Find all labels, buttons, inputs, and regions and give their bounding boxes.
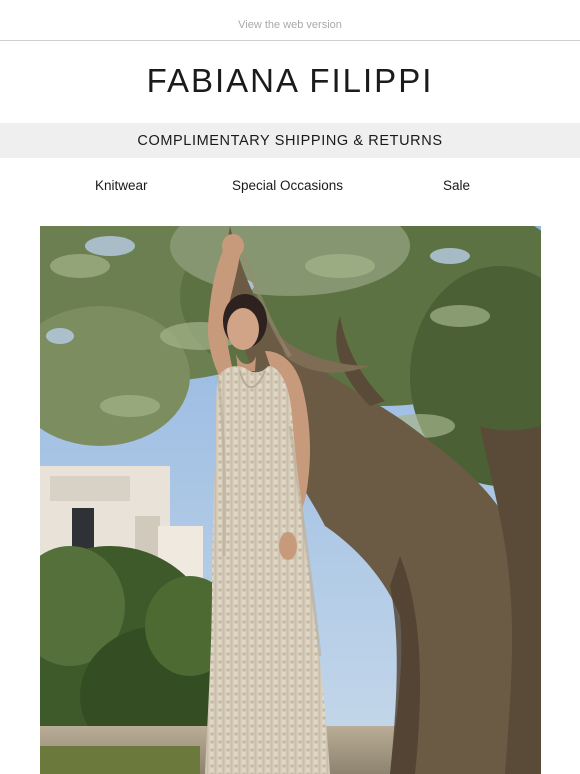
nav-item-knitwear[interactable]: Knitwear xyxy=(95,178,148,193)
nav-item-special-occasions[interactable]: Special Occasions xyxy=(232,178,343,193)
hero-photo xyxy=(40,226,541,774)
view-web-version-link[interactable]: View the web version xyxy=(0,19,580,31)
category-nav: Knitwear Special Occasions Sale xyxy=(0,178,580,198)
brand-logo[interactable]: FABIANA FILIPPI xyxy=(0,62,580,100)
hero-image[interactable] xyxy=(40,226,541,774)
top-bar: View the web version xyxy=(0,0,580,41)
nav-item-sale[interactable]: Sale xyxy=(443,178,470,193)
shipping-banner: COMPLIMENTARY SHIPPING & RETURNS xyxy=(0,123,580,158)
shipping-banner-text: COMPLIMENTARY SHIPPING & RETURNS xyxy=(137,132,443,149)
